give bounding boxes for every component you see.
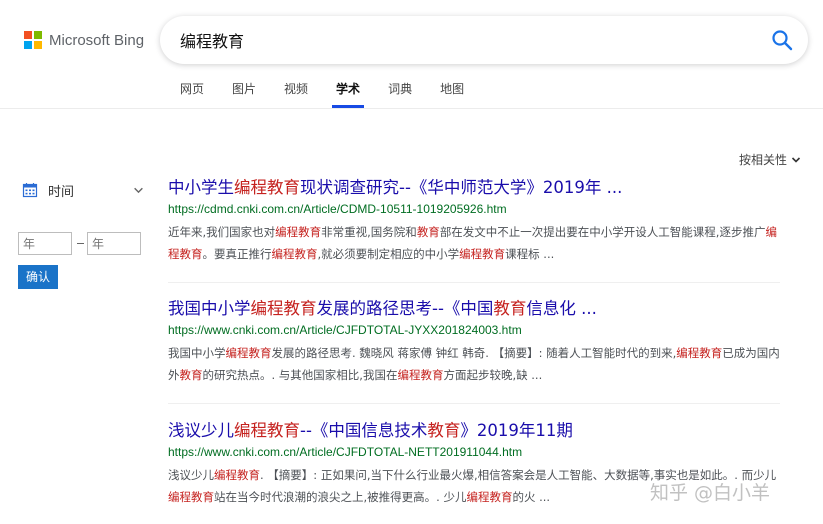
text-segment: 发展的路径思考. 魏晓风 蒋家傅 钟红 韩奇. 【摘要】: 随着人工智能时代的到… bbox=[271, 346, 677, 360]
logo-square-yellow bbox=[34, 41, 42, 49]
result-divider bbox=[168, 403, 780, 404]
logo-square-blue bbox=[24, 41, 32, 49]
calendar-icon bbox=[22, 183, 38, 198]
range-dash bbox=[77, 243, 84, 244]
highlighted-term: 编程教育 bbox=[250, 299, 317, 318]
time-filter-label: 时间 bbox=[48, 184, 75, 200]
highlighted-term: 编程教育 bbox=[225, 346, 272, 360]
highlighted-term: 编程教育 bbox=[168, 490, 214, 504]
logo-square-green bbox=[34, 31, 42, 39]
text-segment: 站在当今时代浪潮的浪尖之上,被推得更高。. 少儿 bbox=[214, 490, 467, 504]
year-to-input[interactable] bbox=[87, 232, 141, 255]
result-url[interactable]: https://www.cnki.com.cn/Article/CJFDTOTA… bbox=[168, 322, 808, 338]
text-segment: 浅议少儿 bbox=[168, 421, 234, 440]
result-url[interactable]: https://cdmd.cnki.com.cn/Article/CDMD-10… bbox=[168, 201, 808, 217]
result-item: 中小学生编程教育现状调查研究--《华中师范大学》2019年 ... https:… bbox=[168, 177, 808, 265]
highlighted-term: 编程教育 bbox=[271, 247, 318, 261]
text-segment: 浅议少儿 bbox=[168, 468, 214, 482]
highlighted-term: 编程教育 bbox=[234, 421, 300, 440]
text-segment: 我国中小学 bbox=[168, 346, 226, 360]
result-title-link[interactable]: 我国中小学编程教育发展的路径思考--《中国教育信息化 ... bbox=[168, 298, 808, 320]
text-segment: 中小学生 bbox=[168, 178, 234, 197]
text-segment: 的火 ... bbox=[512, 490, 551, 504]
text-segment: 课程标 ... bbox=[505, 247, 555, 261]
chevron-down-icon bbox=[134, 187, 143, 193]
highlighted-term: 教育 bbox=[493, 299, 527, 318]
brand-name: Microsoft Bing bbox=[49, 31, 145, 49]
confirm-button[interactable]: 确认 bbox=[18, 265, 58, 289]
search-icon[interactable] bbox=[770, 28, 794, 52]
result-title-link[interactable]: 浅议少儿编程教育--《中国信息技术教育》2019年11期 bbox=[168, 420, 808, 442]
text-segment: --《中国信息技术 bbox=[300, 421, 428, 440]
highlighted-term: 教育 bbox=[179, 368, 203, 382]
text-segment: 。要真正推行 bbox=[202, 247, 272, 261]
text-segment: 发展的路径思考--《中国 bbox=[316, 299, 494, 318]
text-segment: ,就必须要制定相应的中小学 bbox=[317, 247, 460, 261]
text-segment: 部在发文中不止一次提出要在中小学开设人工智能课程,逐步推广 bbox=[439, 225, 766, 239]
highlighted-term: 教育 bbox=[427, 421, 461, 440]
text-segment: 非常重视,国务院和 bbox=[321, 225, 417, 239]
text-segment: 方面起步较晚,缺 ... bbox=[443, 368, 543, 382]
result-url[interactable]: https://www.cnki.com.cn/Article/CJFDTOTA… bbox=[168, 444, 808, 460]
result-divider bbox=[168, 282, 780, 283]
logo-square-red bbox=[24, 31, 32, 39]
time-filter-toggle[interactable]: 时间 bbox=[22, 180, 144, 200]
text-segment: 信息化 ... bbox=[526, 299, 597, 318]
text-segment: 我国中小学 bbox=[168, 299, 251, 318]
header-divider bbox=[0, 108, 823, 109]
highlighted-term: 编程教育 bbox=[275, 225, 322, 239]
highlighted-term: 编程教育 bbox=[397, 368, 444, 382]
highlighted-term: 编程教育 bbox=[466, 490, 513, 504]
microsoft-logo-icon bbox=[24, 31, 42, 49]
zhihu-watermark: 知乎 @白小羊 bbox=[650, 482, 771, 504]
text-segment: 》2019年11期 bbox=[460, 421, 573, 440]
tab-videos[interactable]: 视频 bbox=[270, 70, 322, 108]
highlighted-term: 编程教育 bbox=[676, 346, 723, 360]
text-segment: 现状调查研究--《华中师范大学》2019年 ... bbox=[300, 178, 623, 197]
bing-logo[interactable]: Microsoft Bing bbox=[24, 29, 144, 51]
search-box bbox=[160, 16, 808, 64]
highlighted-term: 教育 bbox=[416, 225, 440, 239]
year-from-input[interactable] bbox=[18, 232, 72, 255]
chevron-down-icon bbox=[791, 156, 801, 163]
result-item: 我国中小学编程教育发展的路径思考--《中国教育信息化 ... https://w… bbox=[168, 298, 808, 386]
sort-dropdown[interactable]: 按相关性 bbox=[739, 151, 801, 168]
tab-images[interactable]: 图片 bbox=[218, 70, 270, 108]
tab-maps[interactable]: 地图 bbox=[426, 70, 478, 108]
result-snippet: 我国中小学编程教育发展的路径思考. 魏晓风 蒋家傅 钟红 韩奇. 【摘要】: 随… bbox=[168, 342, 780, 386]
result-title-link[interactable]: 中小学生编程教育现状调查研究--《华中师范大学》2019年 ... bbox=[168, 177, 808, 199]
tab-academic[interactable]: 学术 bbox=[322, 70, 374, 108]
sort-label: 按相关性 bbox=[738, 153, 787, 167]
tab-dictionary[interactable]: 词典 bbox=[374, 70, 426, 108]
result-snippet: 近年来,我们国家也对编程教育非常重视,国务院和教育部在发文中不止一次提出要在中小… bbox=[168, 221, 780, 265]
search-input[interactable] bbox=[180, 16, 750, 64]
text-segment: 的研究热点。. 与其他国家相比,我国在 bbox=[202, 368, 398, 382]
highlighted-term: 编程教育 bbox=[459, 247, 506, 261]
text-segment: 近年来,我们国家也对 bbox=[168, 225, 276, 239]
highlighted-term: 编程教育 bbox=[214, 468, 260, 482]
tab-web[interactable]: 网页 bbox=[166, 70, 218, 108]
search-tabs: 网页 图片 视频 学术 词典 地图 bbox=[166, 70, 478, 108]
highlighted-term: 编程教育 bbox=[234, 178, 300, 197]
